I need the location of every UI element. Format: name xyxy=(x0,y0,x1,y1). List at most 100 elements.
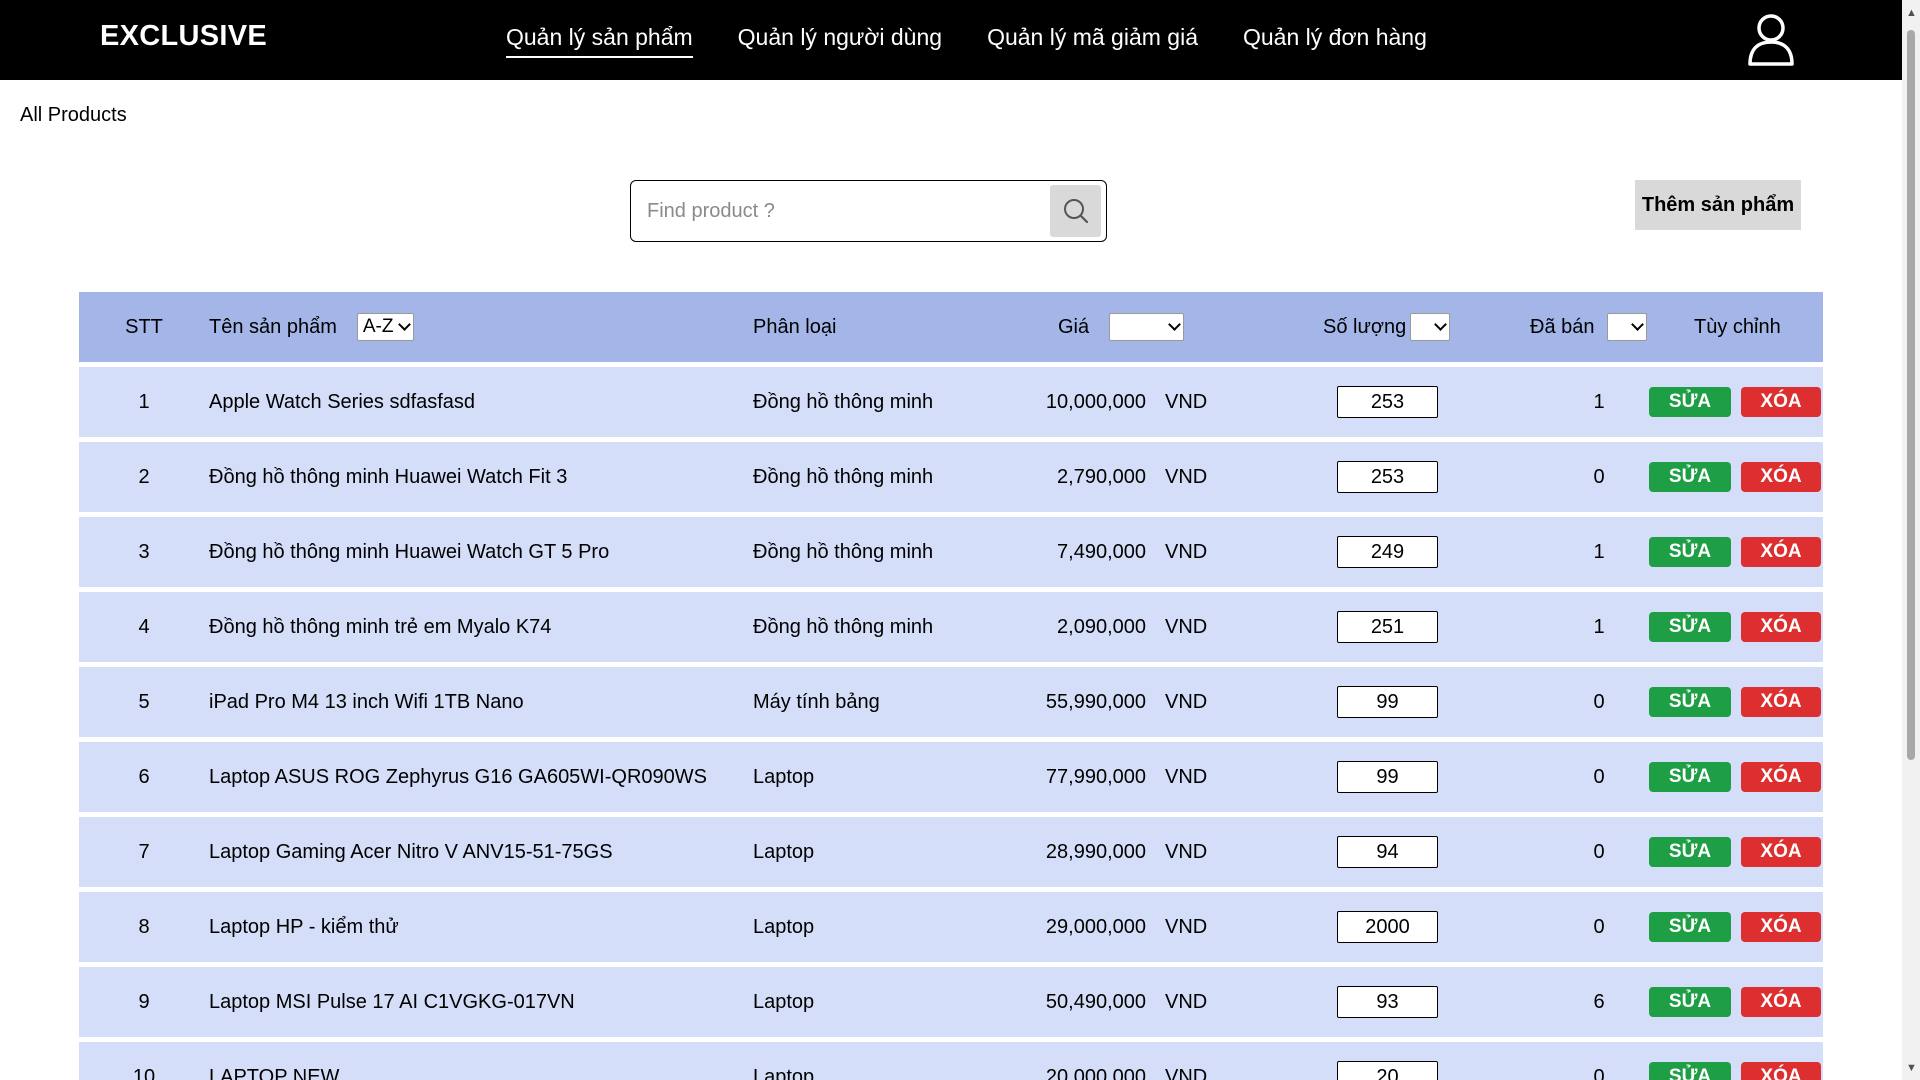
chevron-down-icon xyxy=(1168,318,1181,331)
cell-actions: SỬA XÓA xyxy=(1649,442,1821,512)
scrollbar-thumb[interactable] xyxy=(1907,30,1915,760)
edit-button[interactable]: SỬA xyxy=(1649,687,1731,717)
cell-currency: VND xyxy=(1165,840,1208,863)
cell-name: Apple Watch Series sdfasfasd xyxy=(209,390,476,413)
cell-quantity xyxy=(1337,667,1438,737)
quantity-input[interactable] xyxy=(1337,836,1438,868)
cell-category: Laptop xyxy=(753,990,815,1013)
nav-item-users[interactable]: Quản lý người dùng xyxy=(738,24,942,58)
quantity-input[interactable] xyxy=(1337,461,1438,493)
quantity-input[interactable] xyxy=(1337,986,1438,1018)
edit-button[interactable]: SỬA xyxy=(1649,387,1731,417)
cell-stt: 3 xyxy=(138,540,150,563)
quantity-input[interactable] xyxy=(1337,536,1438,568)
header-price-label: Giá xyxy=(1058,315,1090,338)
table-row: 1 Apple Watch Series sdfasfasd Đồng hồ t… xyxy=(79,367,1823,437)
products-table: STT Tên sản phẩm A-Z Phân loại Giá Số lư… xyxy=(79,292,1823,1080)
sold-sort-select[interactable] xyxy=(1606,313,1647,341)
add-product-button[interactable]: Thêm sản phẩm xyxy=(1635,180,1801,230)
cell-currency: VND xyxy=(1165,915,1208,938)
cell-name: LAPTOP NEW xyxy=(209,1065,340,1080)
cell-sold: 1 xyxy=(1593,540,1605,563)
cell-category: Laptop xyxy=(753,915,815,938)
cell-actions: SỬA XÓA xyxy=(1649,517,1821,587)
chevron-down-icon xyxy=(397,318,411,331)
cell-quantity xyxy=(1337,592,1438,662)
cell-price: 10,000,000 xyxy=(1045,390,1146,413)
cell-sold: 6 xyxy=(1593,990,1605,1013)
user-icon[interactable] xyxy=(1745,12,1797,68)
table-row: 5 iPad Pro M4 13 inch Wifi 1TB Nano Máy … xyxy=(79,667,1823,737)
edit-button[interactable]: SỬA xyxy=(1649,987,1731,1017)
nav-item-orders[interactable]: Quản lý đơn hàng xyxy=(1243,24,1427,58)
cell-currency: VND xyxy=(1165,690,1208,713)
cell-quantity xyxy=(1337,442,1438,512)
cell-sold: 0 xyxy=(1593,915,1605,938)
cell-price: 55,990,000 xyxy=(1045,690,1146,713)
cell-price: 7,490,000 xyxy=(1057,540,1146,563)
edit-button[interactable]: SỬA xyxy=(1649,462,1731,492)
nav-item-products[interactable]: Quản lý sản phẩm xyxy=(506,24,693,58)
header-stt: STT xyxy=(125,315,163,338)
delete-button[interactable]: XÓA xyxy=(1741,612,1821,642)
cell-actions: SỬA XÓA xyxy=(1649,592,1821,662)
delete-button[interactable]: XÓA xyxy=(1741,987,1821,1017)
table-row: 2 Đồng hồ thông minh Huawei Watch Fit 3 … xyxy=(79,442,1823,512)
edit-button[interactable]: SỬA xyxy=(1649,612,1731,642)
scroll-down-arrow-icon[interactable]: ▼ xyxy=(1906,1063,1917,1074)
header-name-label: Tên sản phẩm xyxy=(209,315,337,338)
cell-actions: SỬA XÓA xyxy=(1649,1042,1821,1080)
edit-button[interactable]: SỬA xyxy=(1649,1062,1731,1080)
cell-category: Laptop xyxy=(753,765,815,788)
delete-button[interactable]: XÓA xyxy=(1741,762,1821,792)
edit-button[interactable]: SỬA xyxy=(1649,537,1731,567)
logo[interactable]: EXCLUSIVE xyxy=(100,20,267,53)
name-sort-select[interactable]: A-Z xyxy=(356,313,414,341)
delete-button[interactable]: XÓA xyxy=(1741,387,1821,417)
delete-button[interactable]: XÓA xyxy=(1741,537,1821,567)
quantity-input[interactable] xyxy=(1337,761,1438,793)
chevron-down-icon xyxy=(1630,318,1644,331)
cell-name: iPad Pro M4 13 inch Wifi 1TB Nano xyxy=(209,690,524,713)
page-scrollbar[interactable]: ▲ ▼ xyxy=(1902,0,1920,1080)
header-price: Giá xyxy=(1058,292,1185,362)
price-sort-select[interactable] xyxy=(1109,313,1185,341)
delete-button[interactable]: XÓA xyxy=(1741,1062,1821,1080)
page-title: All Products xyxy=(20,104,127,126)
delete-button[interactable]: XÓA xyxy=(1741,912,1821,942)
quantity-input[interactable] xyxy=(1337,611,1438,643)
cell-quantity xyxy=(1337,367,1438,437)
delete-button[interactable]: XÓA xyxy=(1741,837,1821,867)
search-box xyxy=(630,180,1107,242)
delete-button[interactable]: XÓA xyxy=(1741,687,1821,717)
cell-stt: 6 xyxy=(138,765,150,788)
search-button[interactable] xyxy=(1050,185,1101,237)
delete-button[interactable]: XÓA xyxy=(1741,462,1821,492)
cell-category: Máy tính bảng xyxy=(753,690,880,713)
cell-price: 2,790,000 xyxy=(1057,465,1146,488)
search-input[interactable] xyxy=(631,181,1049,241)
table-row: 8 Laptop HP - kiểm thử Laptop 29,000,000… xyxy=(79,892,1823,962)
quantity-input[interactable] xyxy=(1337,911,1438,943)
quantity-input[interactable] xyxy=(1337,1061,1438,1080)
cell-actions: SỬA XÓA xyxy=(1649,367,1821,437)
cell-actions: SỬA XÓA xyxy=(1649,892,1821,962)
cell-currency: VND xyxy=(1165,1065,1208,1080)
search-icon xyxy=(1063,199,1088,224)
quantity-input[interactable] xyxy=(1337,686,1438,718)
quantity-sort-select[interactable] xyxy=(1410,313,1451,341)
cell-currency: VND xyxy=(1165,615,1208,638)
cell-currency: VND xyxy=(1165,990,1208,1013)
table-row: 4 Đồng hồ thông minh trẻ em Myalo K74 Đồ… xyxy=(79,592,1823,662)
chevron-down-icon xyxy=(1434,318,1448,331)
cell-actions: SỬA XÓA xyxy=(1649,967,1821,1037)
cell-category: Laptop xyxy=(753,1065,815,1080)
nav-item-discount-codes[interactable]: Quản lý mã giảm giá xyxy=(987,24,1198,58)
scroll-up-arrow-icon[interactable]: ▲ xyxy=(1906,8,1917,19)
edit-button[interactable]: SỬA xyxy=(1649,762,1731,792)
edit-button[interactable]: SỬA xyxy=(1649,912,1731,942)
quantity-input[interactable] xyxy=(1337,386,1438,418)
cell-actions: SỬA XÓA xyxy=(1649,817,1821,887)
header-sold: Đã bán xyxy=(1530,292,1647,362)
edit-button[interactable]: SỬA xyxy=(1649,837,1731,867)
